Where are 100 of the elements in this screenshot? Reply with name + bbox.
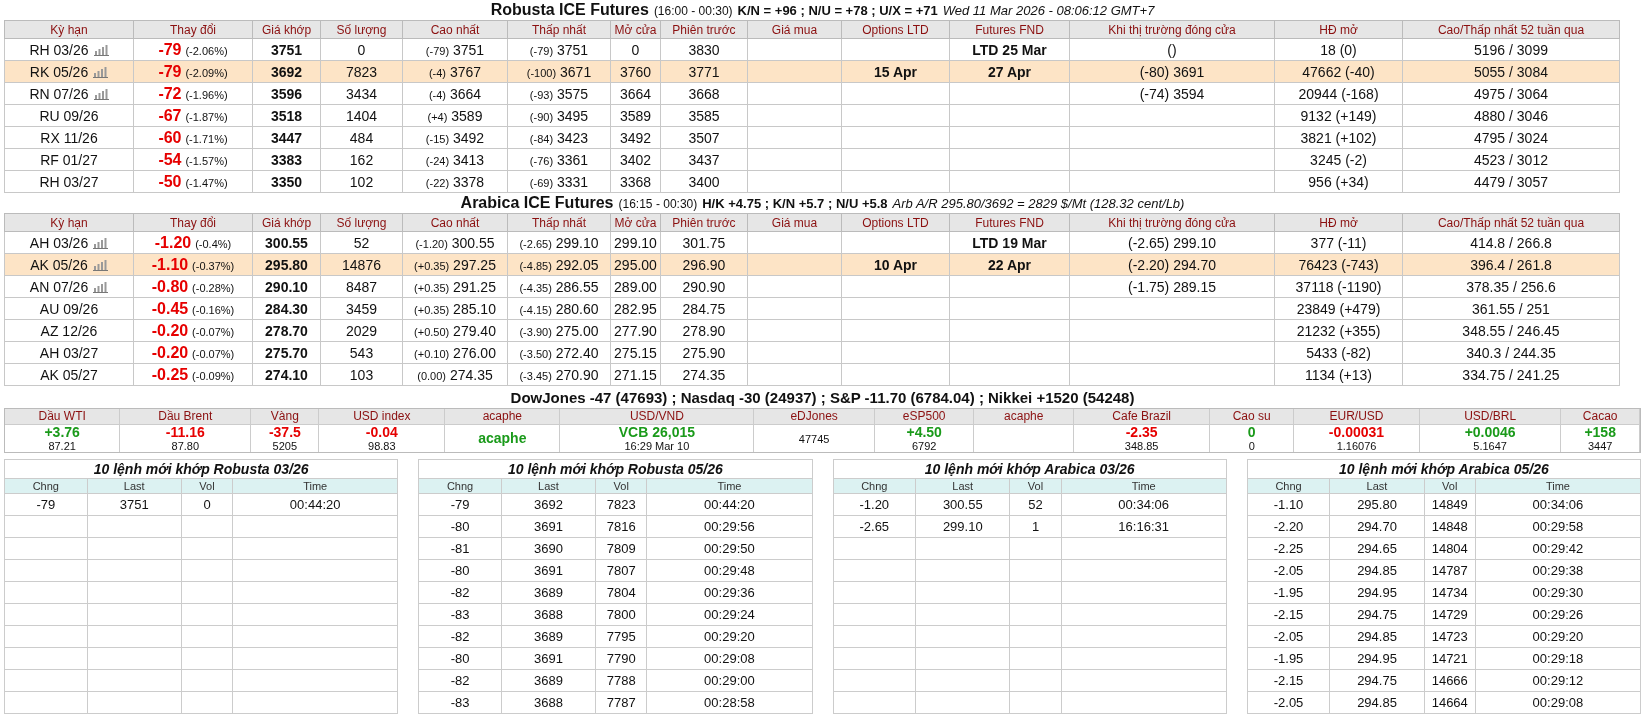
- bar-chart-icon[interactable]: [93, 65, 109, 78]
- table-cell: (): [1069, 38, 1275, 61]
- table-cell: -83: [418, 691, 502, 714]
- table-cell: 14721: [1424, 647, 1476, 670]
- ticker-label: eSP500: [874, 409, 974, 425]
- table-cell: LTD 25 Mar: [949, 38, 1070, 61]
- table-cell: 3383: [252, 148, 321, 171]
- table-cell: 294.85: [1329, 691, 1425, 714]
- ticker-value: 0: [1247, 425, 1256, 440]
- bar-chart-icon[interactable]: [92, 258, 108, 271]
- table-cell: 378.35 / 256.6: [1402, 275, 1620, 298]
- column-header: Số lượng: [320, 213, 403, 232]
- table-cell: 5433 (-82): [1274, 341, 1403, 364]
- bar-chart-icon[interactable]: [93, 43, 109, 56]
- table-cell: 14848: [1424, 515, 1476, 538]
- ticker-subvalue: 5205: [272, 440, 298, 452]
- column-header: Futures FND: [949, 20, 1070, 39]
- table-cell: -82: [418, 669, 502, 692]
- change-cell: -1.20 (-0.4%): [133, 231, 253, 254]
- table-cell: 271.15: [610, 363, 661, 386]
- table-cell: -2.15: [1247, 669, 1330, 692]
- table-cell: (+0.50) 279.40: [402, 319, 508, 342]
- bar-chart-icon[interactable]: [93, 87, 109, 100]
- contract-name: AU 09/26: [39, 300, 99, 317]
- table-cell: 1404: [320, 104, 403, 127]
- table-cell: 00:29:00: [646, 669, 812, 692]
- table-cell: (-69) 3331: [507, 170, 611, 193]
- table-cell: 16:16:31: [1061, 515, 1227, 538]
- table-cell: 3690: [501, 537, 596, 560]
- column-header: Cao/Thấp nhất 52 tuần qua: [1402, 20, 1620, 39]
- ticker-subvalue: 1.16076: [1336, 440, 1377, 452]
- table-cell: 3688: [501, 691, 596, 714]
- column-header: Thấp nhất: [507, 213, 611, 232]
- contract-name: RX 11/26: [40, 129, 98, 146]
- table-cell: 3492: [610, 126, 661, 149]
- table-cell: 00:29:38: [1475, 559, 1641, 582]
- table-cell: 300.55: [915, 493, 1010, 516]
- table-cell: -1.20: [833, 493, 916, 516]
- table-cell: -2.25: [1247, 537, 1330, 560]
- bar-chart-icon[interactable]: [93, 280, 109, 293]
- table-cell: 414.8 / 266.8: [1402, 231, 1620, 254]
- ticker-value: -2.35: [1125, 425, 1158, 440]
- table-cell: (+0.35) 285.10: [402, 297, 508, 320]
- change-cell: -0.20 (-0.07%): [133, 319, 253, 342]
- table-cell: 3368: [610, 170, 661, 193]
- table-cell: 543: [320, 341, 403, 364]
- table-cell: -79: [418, 493, 502, 516]
- table-cell: -82: [418, 581, 502, 604]
- table-cell: 14804: [1424, 537, 1476, 560]
- table-cell: 7804: [595, 581, 647, 604]
- table-cell: 37118 (-1190): [1274, 275, 1403, 298]
- spread-summary: H/K +4.75 ; K/N +5.7 ; N/U +5.8: [702, 195, 888, 213]
- board-title: Robusta ICE Futures: [490, 0, 649, 20]
- change-cell: -67 (-1.87%): [133, 104, 253, 127]
- bar-chart-icon[interactable]: [93, 236, 109, 249]
- table-cell: 294.95: [1329, 647, 1425, 670]
- column-header: Phiên trước: [660, 20, 748, 39]
- column-header: Cao nhất: [402, 213, 508, 232]
- table-cell: 294.85: [1329, 559, 1425, 582]
- table-cell: 14666: [1424, 669, 1476, 692]
- table-cell: 3689: [501, 669, 596, 692]
- table-cell: 5196 / 3099: [1402, 38, 1620, 61]
- ticker-value: -37.5: [268, 425, 301, 440]
- table-cell: 3664: [610, 82, 661, 105]
- table-cell: 00:34:06: [1061, 493, 1227, 516]
- contract-name: RH 03/27: [39, 173, 99, 190]
- ticker-label: eDJones: [754, 409, 874, 425]
- table-cell: (-79) 3751: [507, 38, 611, 61]
- change-cell: -54 (-1.57%): [133, 148, 253, 171]
- table-cell: 3459: [320, 297, 403, 320]
- ticker-value: +3.76: [44, 425, 80, 440]
- table-cell: 295.80: [1329, 493, 1425, 516]
- ticker-label: acaphe: [974, 409, 1074, 425]
- contract-name: RF 01/27: [40, 151, 98, 168]
- column-header: Thay đổi: [133, 213, 253, 232]
- ticker-label: Cacao: [1561, 409, 1639, 425]
- table-cell: -2.65: [833, 515, 916, 538]
- table-cell: 14787: [1424, 559, 1476, 582]
- column-header: Giá mua: [747, 213, 842, 232]
- table-cell: 14723: [1424, 625, 1476, 648]
- ticker-subvalue: 348.85: [1124, 440, 1159, 452]
- table-cell: 3692: [501, 493, 596, 516]
- table-cell: (-4.15) 280.60: [507, 297, 611, 320]
- column-header: Khi thị trường đóng cửa: [1069, 20, 1275, 39]
- table-cell: 290.10: [252, 275, 321, 298]
- table-cell: 3821 (+102): [1274, 126, 1403, 149]
- column-header: Kỳ hạn: [4, 213, 134, 232]
- column-header: HĐ mở: [1274, 20, 1403, 39]
- table-cell: 3688: [501, 603, 596, 626]
- table-cell: 3350: [252, 170, 321, 193]
- column-header: Mở cửa: [610, 213, 661, 232]
- column-header: Thấp nhất: [507, 20, 611, 39]
- spread-summary: K/N = +96 ; N/U = +78 ; U/X = +71: [737, 2, 938, 20]
- table-cell: (-4) 3664: [402, 82, 508, 105]
- table-cell: 0: [181, 493, 233, 516]
- table-cell: 7823: [595, 493, 647, 516]
- table-cell: 7788: [595, 669, 647, 692]
- table-cell: 289.00: [610, 275, 661, 298]
- contract-name: AK 05/26: [30, 256, 88, 273]
- ticker-value: +158: [1584, 425, 1616, 440]
